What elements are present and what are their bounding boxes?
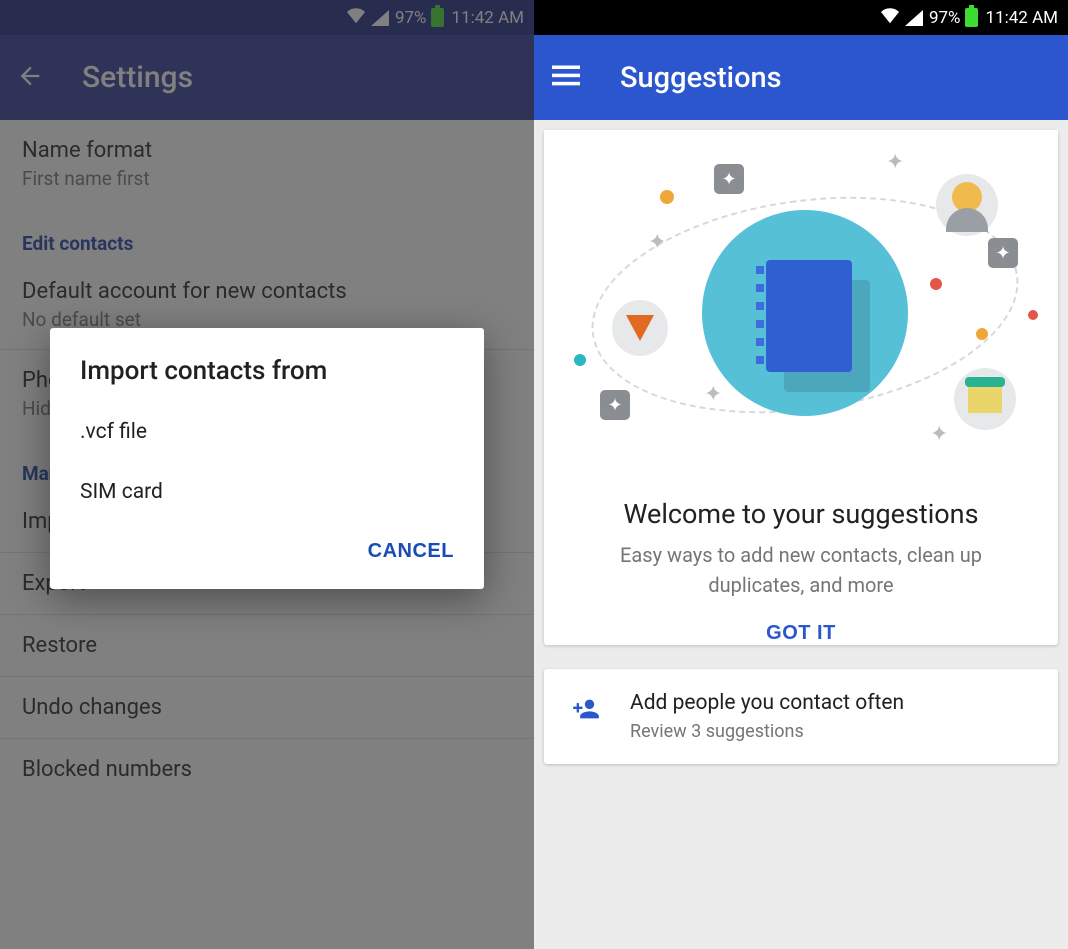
welcome-subtitle: Easy ways to add new contacts, clean up … [544,540,1058,608]
sparkle-icon: ✦ [704,382,722,400]
dialog-actions: CANCEL [50,522,484,589]
sparkle-badge-icon: ✦ [600,390,630,420]
dialog-title: Import contacts from [50,328,484,402]
wifi-icon [879,6,901,29]
sparkle-icon: ✦ [886,150,904,168]
sparkle-icon: ✦ [648,230,666,248]
welcome-card: ✦ ✦ ✦ ✦ ✦ ✦ ✦ Welcome to your suggestion… [544,130,1058,645]
settings-screen: 97% 11:42 AM Settings Name format First … [0,0,534,949]
suggestions-appbar: Suggestions [534,35,1068,120]
import-option-vcf[interactable]: .vcf file [50,402,484,462]
import-option-sim[interactable]: SIM card [50,462,484,522]
import-dialog: Import contacts from .vcf file SIM card … [50,328,484,589]
avatar-icon [936,174,998,236]
got-it-button[interactable]: GOT IT [766,622,836,645]
welcome-illustration: ✦ ✦ ✦ ✦ ✦ ✦ ✦ [544,130,1058,470]
sparkle-badge-icon: ✦ [988,238,1018,268]
battery-icon [965,8,978,27]
fox-icon [612,300,668,356]
battery-percent: 97% [929,8,961,28]
card-title: Add people you contact often [630,691,904,715]
status-bar: 97% 11:42 AM [534,0,1068,35]
sparkle-icon: ✦ [930,422,948,440]
welcome-title: Welcome to your suggestions [544,470,1058,540]
store-icon [954,368,1016,430]
signal-icon [905,10,923,26]
clock: 11:42 AM [986,8,1058,28]
person-add-icon [564,691,608,723]
card-subtitle: Review 3 suggestions [630,721,904,742]
add-people-card[interactable]: Add people you contact often Review 3 su… [544,669,1058,764]
sparkle-badge-icon: ✦ [714,164,744,194]
menu-button[interactable] [552,65,580,91]
notebook-icon [766,260,852,372]
suggestions-screen: 97% 11:42 AM Suggestions ✦ ✦ ✦ ✦ [534,0,1068,949]
cancel-button[interactable]: CANCEL [358,532,464,571]
suggestions-content: ✦ ✦ ✦ ✦ ✦ ✦ ✦ Welcome to your suggestion… [534,120,1068,786]
suggestions-title: Suggestions [620,61,782,95]
